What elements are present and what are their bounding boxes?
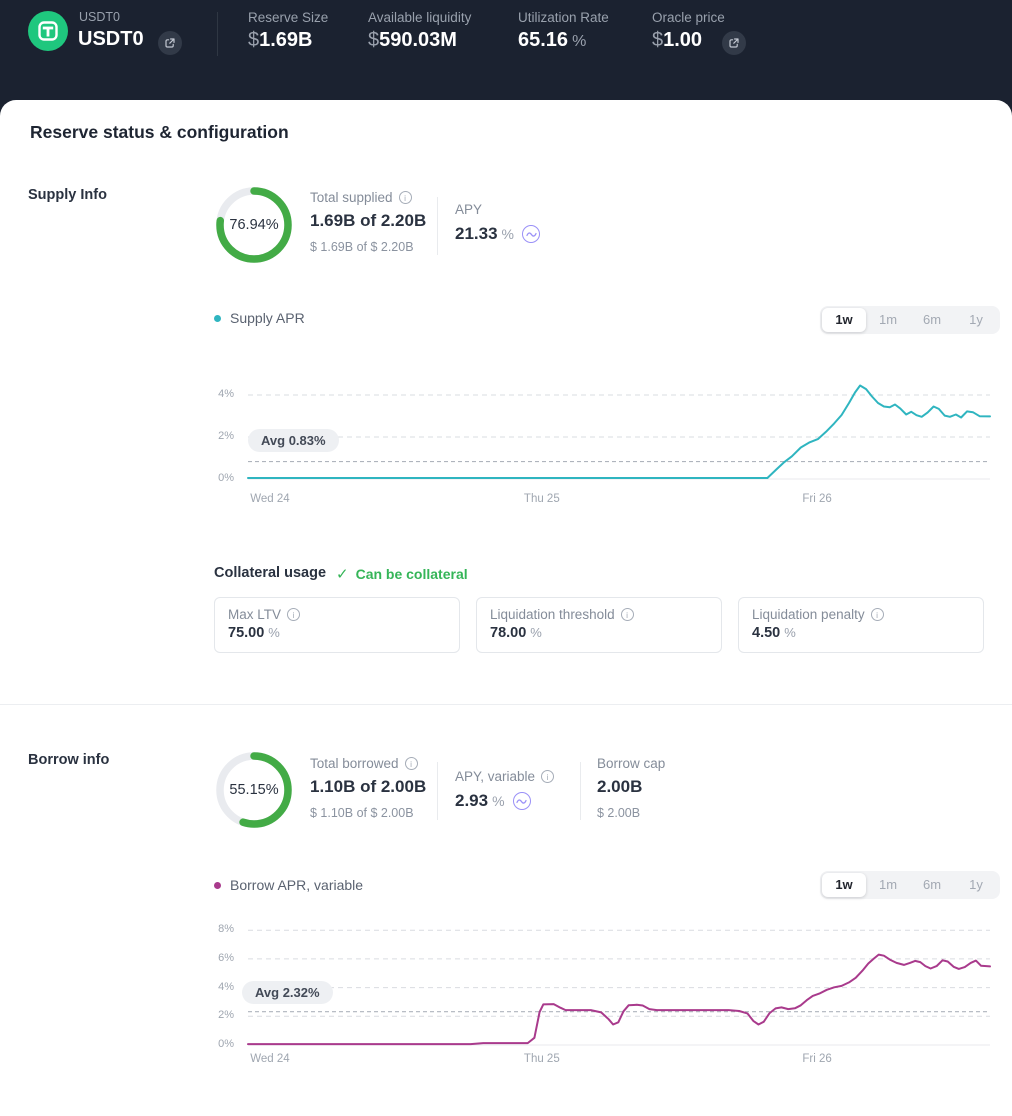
info-icon[interactable]: i (541, 770, 554, 783)
y-axis-tick: 0% (196, 472, 234, 484)
total-borrowed-usd: $ 1.10B of $ 2.00B (310, 806, 414, 820)
vertical-divider (437, 197, 438, 255)
x-axis-tick: Fri 26 (782, 1053, 852, 1065)
stat-value: $1.69B (248, 29, 313, 52)
supply-chart-legend: Supply APR (214, 310, 305, 326)
borrow-time-range-selector: 1w 1m 6m 1y (820, 871, 1000, 899)
total-supplied-usd: $ 1.69B of $ 2.20B (310, 240, 414, 254)
supply-section-label: Supply Info (28, 187, 107, 203)
total-supplied-value: 1.69B of 2.20B (310, 211, 426, 231)
vertical-divider (580, 762, 581, 820)
x-axis-tick: Wed 24 (250, 1053, 289, 1065)
stat-label: Utilization Rate (518, 10, 609, 25)
token-external-link-button[interactable] (158, 31, 182, 55)
info-icon[interactable]: i (871, 608, 884, 621)
y-axis-tick: 4% (196, 388, 234, 400)
borrow-avg-pill: Avg 2.32% (242, 981, 333, 1004)
y-axis-tick: 0% (196, 1038, 234, 1050)
page: USDT0 USDT0 Reserve Size $1.69B Availabl… (0, 0, 1012, 1116)
supply-apy-value: 21.33% (455, 224, 540, 244)
stat-label: Oracle price (652, 10, 725, 25)
supply-range-1y[interactable]: 1y (954, 308, 998, 332)
total-supplied-label: Total suppliedi (310, 190, 412, 205)
external-link-icon (164, 37, 176, 49)
borrow-range-1w[interactable]: 1w (822, 873, 866, 897)
supply-range-1m[interactable]: 1m (866, 308, 910, 332)
supply-line-plot[interactable] (248, 373, 990, 490)
external-link-icon (728, 37, 740, 49)
borrow-range-1y[interactable]: 1y (954, 873, 998, 897)
info-icon[interactable]: i (287, 608, 300, 621)
stat-value: $590.03M (368, 29, 457, 52)
borrow-range-1m[interactable]: 1m (866, 873, 910, 897)
borrow-range-6m[interactable]: 6m (910, 873, 954, 897)
borrow-section-label: Borrow info (28, 752, 109, 768)
legend-dot (214, 315, 221, 322)
liquidation-threshold-box: Liquidation thresholdi 78.00% (476, 597, 722, 653)
borrow-gauge-value: 55.15% (214, 782, 294, 798)
y-axis-tick: 2% (196, 430, 234, 442)
y-axis-tick: 4% (196, 981, 234, 993)
token-name: USDT0 (78, 28, 144, 51)
total-borrowed-value: 1.10B of 2.00B (310, 777, 426, 797)
stat-label: Reserve Size (248, 10, 328, 25)
liquidation-threshold-value: 78.00% (490, 625, 708, 641)
liquidation-penalty-box: Liquidation penaltyi 4.50% (738, 597, 984, 653)
stat-label: Available liquidity (368, 10, 471, 25)
info-icon[interactable]: i (405, 757, 418, 770)
usdt0-token-icon (28, 11, 68, 51)
oracle-external-link-button[interactable] (722, 31, 746, 55)
supply-avg-pill: Avg 0.83% (248, 429, 339, 452)
x-axis-tick: Fri 26 (782, 493, 852, 505)
supply-range-1w[interactable]: 1w (822, 308, 866, 332)
x-axis-tick: Thu 25 (507, 493, 577, 505)
y-axis-tick: 8% (196, 923, 234, 935)
stat-value: $1.00 (652, 29, 702, 52)
supply-apy-label: APY (455, 202, 482, 217)
borrow-apr-chart[interactable]: Avg 2.32% 0% 2% 4% 6% 8% Wed 24 Thu 25 Fri 26 (0, 920, 1012, 1070)
section-divider (0, 704, 1012, 705)
max-ltv-box: Max LTVi 75.00% (214, 597, 460, 653)
apy-trend-icon[interactable] (513, 792, 531, 810)
supply-gauge-value: 76.94% (214, 217, 294, 233)
borrow-chart-legend: Borrow APR, variable (214, 877, 363, 893)
collateral-usage-label: Collateral usage (214, 565, 326, 581)
borrow-cap-value: 2.00B (597, 777, 642, 797)
apy-trend-icon[interactable] (522, 225, 540, 243)
collateral-badge: ✓ Can be collateral (336, 565, 468, 583)
borrow-cap-usd: $ 2.00B (597, 806, 640, 820)
x-axis-tick: Thu 25 (507, 1053, 577, 1065)
x-axis-tick: Wed 24 (250, 493, 289, 505)
y-axis-tick: 6% (196, 952, 234, 964)
max-ltv-value: 75.00% (228, 625, 446, 641)
legend-dot (214, 882, 221, 889)
chart-series-line (248, 386, 990, 479)
borrow-apy-label: APY, variablei (455, 769, 554, 784)
vertical-divider (437, 762, 438, 820)
supply-time-range-selector: 1w 1m 6m 1y (820, 306, 1000, 334)
stat-value: 65.16% (518, 29, 586, 52)
check-icon: ✓ (336, 565, 349, 583)
liquidation-penalty-value: 4.50% (752, 625, 970, 641)
y-axis-tick: 2% (196, 1009, 234, 1021)
header-divider (217, 12, 218, 56)
chart-series-line (248, 955, 990, 1045)
borrow-line-plot[interactable] (248, 920, 990, 1050)
token-label: USDT0 (79, 10, 120, 24)
supply-apr-chart[interactable]: Avg 0.83% 0% 2% 4% Wed 24 Thu 25 Fri 26 (0, 373, 1012, 513)
supply-range-6m[interactable]: 6m (910, 308, 954, 332)
tether-logo-icon (28, 11, 68, 51)
borrow-apy-value: 2.93% (455, 791, 531, 811)
total-borrowed-label: Total borrowedi (310, 756, 418, 771)
info-icon[interactable]: i (399, 191, 412, 204)
page-title: Reserve status & configuration (30, 122, 289, 143)
info-icon[interactable]: i (621, 608, 634, 621)
borrow-cap-label: Borrow cap (597, 756, 665, 771)
